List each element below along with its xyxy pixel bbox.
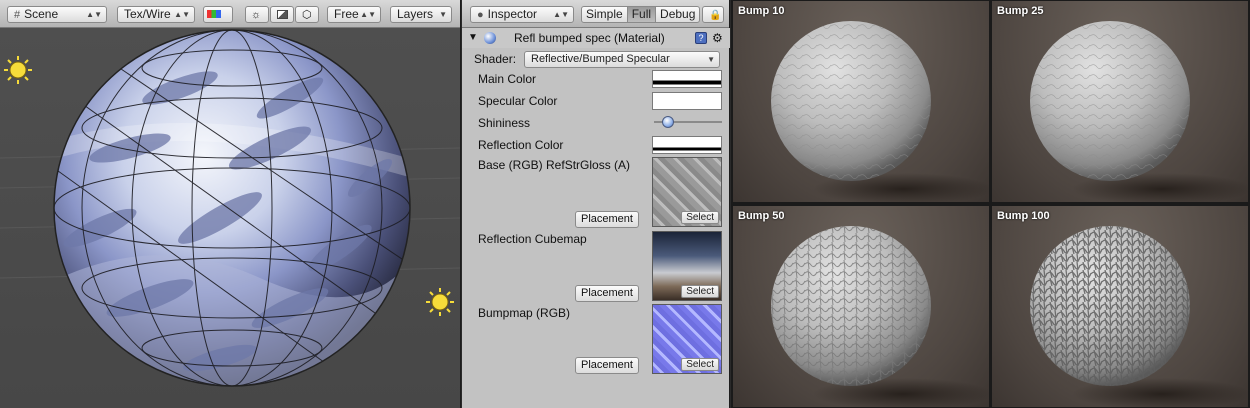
main-color-label: Main Color xyxy=(478,72,537,86)
cube-icon: ⬡ xyxy=(302,9,312,21)
shininess-label: Shininess xyxy=(478,116,531,130)
gizmo-button[interactable]: ⬡ xyxy=(295,6,319,23)
layers-dropdown[interactable]: Layers ▼ xyxy=(390,6,452,23)
select-button[interactable]: Select xyxy=(681,211,719,224)
rgb-mode-dropdown[interactable] xyxy=(203,6,233,23)
game-overlay-button[interactable] xyxy=(270,6,294,23)
lock-icon: 🔒 xyxy=(709,10,722,21)
placement-button[interactable]: Placement xyxy=(575,211,639,228)
draw-mode-label: Tex/Wire xyxy=(124,7,171,21)
inspector-tab-dropdown[interactable]: ● Inspector ▲▼ xyxy=(470,6,574,23)
bumpmap-texture-slot[interactable]: Select xyxy=(652,304,722,374)
info-icon: ● xyxy=(477,9,484,21)
base-texture-slot[interactable]: Select xyxy=(652,157,722,227)
bump-label: Bump 50 xyxy=(738,210,785,222)
scene-canvas[interactable] xyxy=(0,28,460,408)
material-title: Refl bumped spec (Material) xyxy=(514,31,665,45)
inspector-tab-label: Inspector xyxy=(487,7,538,21)
material-icon xyxy=(484,32,496,44)
scene-lighting-button[interactable]: ☼ xyxy=(245,6,269,23)
inspector-toolbar: ● Inspector ▲▼ Simple Full Debug 🔒 xyxy=(462,0,729,28)
bump-cell: Bump 25 xyxy=(992,1,1248,202)
light-icon[interactable] xyxy=(4,56,32,84)
scene-toolbar: # Scene ▲▼ Tex/Wire ▲▼ ☼ ⬡ Free ▲▼ Layers ▼ xyxy=(0,0,460,28)
cubemap-texture-slot[interactable]: Select xyxy=(652,231,722,301)
scene-menu-dropdown[interactable]: # Scene ▲▼ xyxy=(7,6,107,23)
bump-sphere-render xyxy=(1030,21,1248,202)
bump-comparison-grid: Bump 10 Bump 25 Bump 50 Bump 100 xyxy=(731,0,1250,408)
bumpmap-label: Bumpmap (RGB) xyxy=(478,306,571,320)
bump-cell: Bump 50 xyxy=(733,206,989,407)
chrome-sphere[interactable] xyxy=(40,29,430,408)
image-icon xyxy=(277,10,288,19)
placement-button[interactable]: Placement xyxy=(575,357,639,374)
select-button[interactable]: Select xyxy=(681,285,719,298)
scene-render xyxy=(0,29,460,408)
select-button[interactable]: Select xyxy=(681,358,719,371)
bump-sphere-render xyxy=(1030,226,1248,407)
scene-view[interactable]: # Scene ▲▼ Tex/Wire ▲▼ ☼ ⬡ Free ▲▼ Layers ▼ xyxy=(0,0,461,408)
bump-label: Bump 100 xyxy=(997,210,1050,222)
mode-debug[interactable]: Debug xyxy=(655,7,699,22)
placement-button[interactable]: Placement xyxy=(575,285,639,302)
bump-sphere-render xyxy=(771,226,989,407)
light-icon[interactable] xyxy=(426,288,454,316)
reflection-color-label: Reflection Color xyxy=(478,138,564,152)
base-texture-label: Base (RGB) RefStrGloss (A) xyxy=(478,158,631,172)
camera-mode-dropdown[interactable]: Free ▲▼ xyxy=(327,6,381,23)
mode-simple[interactable]: Simple xyxy=(582,7,627,22)
inspector-mode-toggle[interactable]: Simple Full Debug xyxy=(581,6,701,23)
gear-icon[interactable]: ⚙ xyxy=(712,28,723,48)
shininess-slider[interactable] xyxy=(654,115,722,129)
camera-mode-label: Free xyxy=(334,7,359,21)
bump-cell: Bump 10 xyxy=(733,1,989,202)
layers-label: Layers xyxy=(397,7,434,21)
bump-label: Bump 25 xyxy=(997,5,1044,17)
bump-label: Bump 10 xyxy=(738,5,785,17)
material-header: ▼ Refl bumped spec (Material) ? ⚙ xyxy=(462,28,730,48)
lock-button[interactable]: 🔒 xyxy=(702,6,724,23)
scene-menu-label: Scene xyxy=(24,7,59,21)
shader-label: Shader: xyxy=(474,52,517,66)
draw-mode-dropdown[interactable]: Tex/Wire ▲▼ xyxy=(117,6,195,23)
shader-dropdown[interactable]: Reflective/Bumped Specular ▼ xyxy=(524,51,720,68)
help-icon[interactable]: ? xyxy=(695,32,707,44)
foldout-icon[interactable]: ▼ xyxy=(468,28,478,48)
cubemap-label: Reflection Cubemap xyxy=(478,232,587,246)
rgb-icon xyxy=(207,10,221,18)
mode-full[interactable]: Full xyxy=(626,7,656,22)
slider-thumb[interactable] xyxy=(662,116,675,128)
shader-value: Reflective/Bumped Specular xyxy=(531,53,670,65)
bump-cell: Bump 100 xyxy=(992,206,1248,407)
grid-icon: # xyxy=(14,9,21,21)
sun-icon: ☼ xyxy=(251,9,262,21)
specular-color-swatch[interactable] xyxy=(652,92,722,110)
main-color-swatch[interactable] xyxy=(652,70,722,88)
reflection-color-swatch[interactable] xyxy=(652,136,722,154)
inspector-panel: ● Inspector ▲▼ Simple Full Debug 🔒 ▼ Refl bu… xyxy=(462,0,730,408)
specular-color-label: Specular Color xyxy=(478,94,558,108)
bump-sphere-render xyxy=(771,21,989,202)
